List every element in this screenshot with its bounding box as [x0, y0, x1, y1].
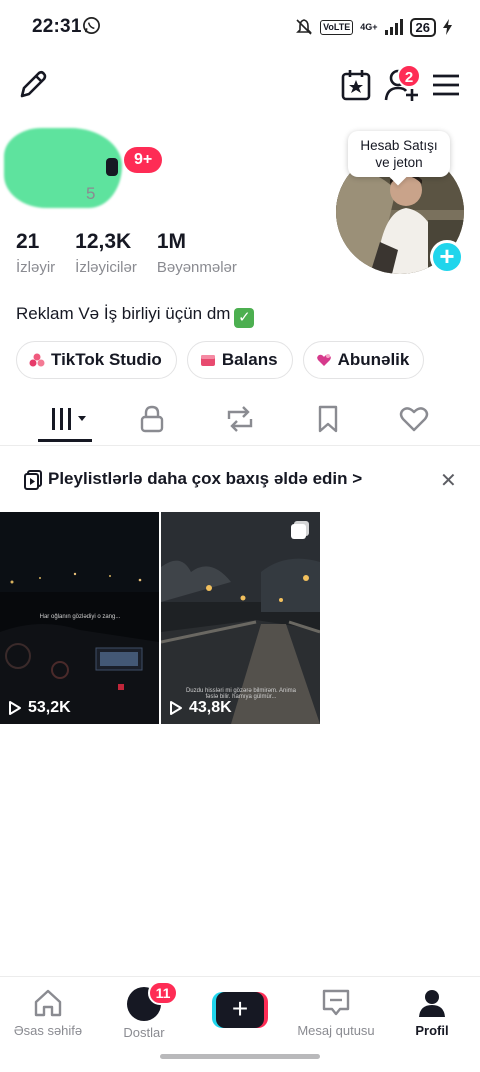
- home-indicator[interactable]: [160, 1054, 320, 1059]
- profile-chips: TikTok Studio Balans Abunəlik: [16, 341, 425, 379]
- profile-icon: [419, 990, 445, 1017]
- bio-text: Reklam Və İş birliyi üçün dm: [16, 304, 231, 323]
- wallet-icon: [200, 355, 215, 366]
- calendar-star-icon[interactable]: [340, 68, 372, 102]
- volte-indicator: VoLTE: [320, 19, 354, 35]
- stat-followers[interactable]: 12,3K İzləyicilər: [75, 230, 137, 276]
- stat-value: 12,3K: [75, 230, 132, 253]
- nav-home[interactable]: Əsas səhifə: [0, 987, 96, 1038]
- grid-icon: [52, 408, 86, 430]
- play-icon: [9, 701, 21, 715]
- tab-favorites[interactable]: [308, 402, 348, 436]
- nav-label: Dostlar: [123, 1025, 165, 1040]
- video-thumbnail[interactable]: Duzdu hissləri mi gözərə bilmirəm. Anima…: [161, 512, 320, 724]
- menu-icon[interactable]: [432, 72, 460, 98]
- avatar-tooltip[interactable]: Hesab Satışı ve jeton: [348, 131, 450, 177]
- playlist-icon: [24, 470, 42, 490]
- tab-liked[interactable]: [394, 402, 434, 436]
- profile-tabs: [0, 396, 480, 446]
- view-count: 53,2K: [8, 699, 71, 717]
- view-count-value: 53,2K: [28, 699, 71, 716]
- stat-value: 21: [16, 230, 40, 253]
- redacted-username: [4, 128, 122, 208]
- banner-text[interactable]: Pleylistlərlə daha çox baxış əldə edin >: [48, 469, 362, 489]
- balance-button[interactable]: Balans: [186, 341, 293, 379]
- username-fragment: [106, 158, 118, 176]
- mute-icon: [296, 19, 313, 35]
- nav-label: Əsas səhifə: [13, 1023, 83, 1038]
- playlist-banner[interactable]: Pleylistlərlə daha çox baxış əldə edin >…: [0, 456, 480, 504]
- notification-badge: 2: [397, 64, 421, 88]
- chip-label: TikTok Studio: [51, 350, 162, 369]
- username-suffix: 5: [86, 184, 96, 203]
- battery-level: 26: [409, 17, 436, 37]
- signal-icon: [384, 19, 403, 35]
- bookmark-icon: [318, 405, 338, 433]
- status-time: 22:31: [32, 16, 82, 37]
- friends-badge: 11: [148, 981, 178, 1005]
- tab-reposts[interactable]: [220, 402, 260, 436]
- active-tab-indicator: [38, 439, 92, 442]
- play-icon: [170, 701, 182, 715]
- profile-stats: 21 İzləyir 12,3K İzləyicilər 1M Bəyənməl…: [16, 230, 257, 276]
- tooltip-line-2: ve jeton: [375, 155, 423, 170]
- plus-icon: +: [216, 992, 264, 1028]
- stat-label: İzləyicilər: [75, 259, 137, 276]
- nav-inbox[interactable]: Mesaj qutusu: [288, 987, 384, 1038]
- status-bar: 22:31 VoLTE 4G+ 26: [0, 0, 480, 54]
- view-count: 43,8K: [169, 699, 232, 717]
- tooltip-line-1: Hesab Satışı: [360, 138, 438, 153]
- level-badge[interactable]: 9+: [124, 147, 163, 173]
- tiktok-studio-button[interactable]: TikTok Studio: [16, 341, 177, 379]
- chip-label: Balans: [221, 350, 278, 369]
- bio: Reklam Və İş birliyi üçün dm ✓: [16, 304, 255, 328]
- video-caption: Har oğlanın gözlədiyi o zang...: [39, 614, 121, 620]
- video-grid: Har oğlanın gözlədiyi o zang... 53,2K Du…: [0, 512, 480, 724]
- stat-following[interactable]: 21 İzləyir: [16, 230, 55, 276]
- whatsapp-icon: [83, 17, 100, 34]
- nav-friends[interactable]: 11 Dostlar: [96, 981, 192, 1040]
- stat-value: 1M: [156, 230, 187, 253]
- network-type: 4G+: [360, 21, 378, 32]
- status-icons: VoLTE 4G+ 26: [295, 16, 452, 38]
- stat-likes[interactable]: 1M Bəyənmələr: [157, 230, 237, 276]
- charging-icon: [443, 19, 452, 35]
- chip-label: Abunəlik: [337, 350, 410, 369]
- studio-icon: [29, 353, 45, 367]
- create-button[interactable]: +: [212, 992, 268, 1028]
- close-icon[interactable]: ✕: [440, 468, 457, 493]
- add-story-button[interactable]: +: [430, 240, 464, 274]
- heart-star-icon: [316, 354, 331, 366]
- video-thumbnail[interactable]: Har oğlanın gözlədiyi o zang... 53,2K: [0, 512, 159, 724]
- inbox-icon: [322, 989, 350, 1016]
- heart-icon: [399, 407, 429, 432]
- nav-label: Profil: [415, 1023, 449, 1038]
- tab-videos[interactable]: [44, 402, 92, 436]
- subscription-button[interactable]: Abunəlik: [302, 341, 425, 379]
- home-icon: [34, 989, 62, 1017]
- stat-label: İzləyir: [16, 259, 56, 276]
- multi-photo-icon: [291, 521, 309, 539]
- nav-label: Mesaj qutusu: [297, 1023, 375, 1038]
- check-mark-icon: ✓: [234, 308, 255, 328]
- lock-icon: [140, 405, 164, 433]
- tab-private[interactable]: [132, 402, 172, 436]
- edit-icon[interactable]: [16, 68, 50, 102]
- nav-profile[interactable]: Profil: [384, 987, 480, 1038]
- repost-icon: [227, 406, 253, 432]
- stat-label: Bəyənmələr: [156, 259, 237, 276]
- view-count-value: 43,8K: [189, 699, 232, 716]
